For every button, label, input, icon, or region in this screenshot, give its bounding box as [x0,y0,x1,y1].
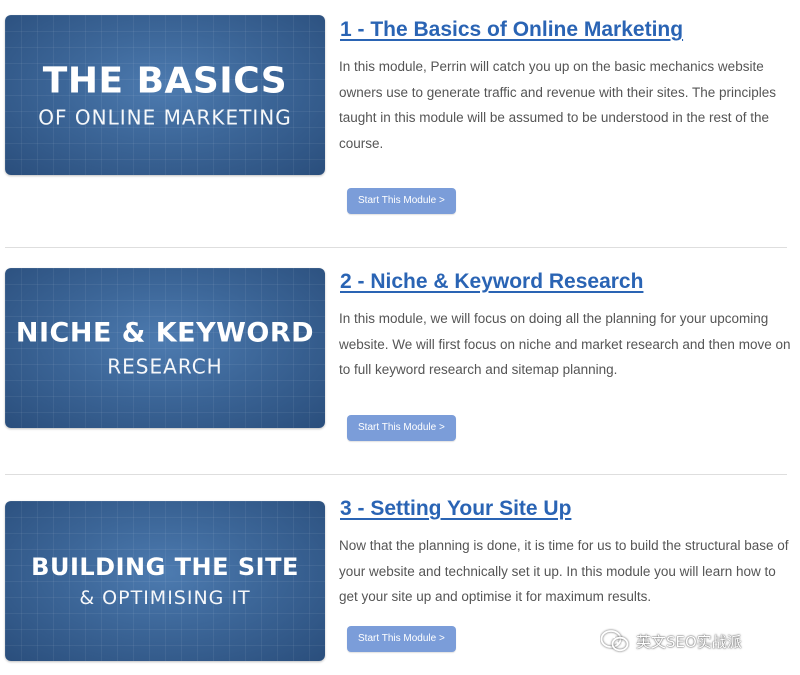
module-thumbnail-3[interactable]: BUILDING THE SITE & OPTIMISING IT [5,501,325,661]
thumbnail-heading: NICHE & KEYWORD [15,317,315,349]
watermark-text: 英文SEO实战派 [636,632,742,651]
divider [5,247,787,248]
module-description-1: In this module, Perrin will catch you up… [339,59,776,151]
start-module-button-3[interactable]: Start This Module > [347,626,456,652]
watermark: 英文SEO实战派 [600,626,742,656]
start-module-button-2[interactable]: Start This Module > [347,415,456,441]
start-module-button-1[interactable]: Start This Module > [347,188,456,214]
thumbnail-subheading: OF ONLINE MARKETING [38,105,292,130]
module-description-3: Now that the planning is done, it is tim… [339,538,789,604]
module-title-link-1[interactable]: 1 - The Basics of Online Marketing [340,18,683,42]
thumbnail-heading: THE BASICS [42,60,288,102]
thumbnail-heading: BUILDING THE SITE [31,553,299,581]
thumbnail-subheading: & OPTIMISING IT [79,587,251,609]
module-thumbnail-2[interactable]: NICHE & KEYWORD RESEARCH [5,268,325,428]
wechat-icon [600,630,629,652]
module-title-link-2[interactable]: 2 - Niche & Keyword Research [340,270,643,294]
module-description-2: In this module, we will focus on doing a… [339,311,791,377]
module-title-link-3[interactable]: 3 - Setting Your Site Up [340,497,571,521]
divider [5,474,787,475]
thumbnail-subheading: RESEARCH [107,354,223,379]
module-thumbnail-1[interactable]: THE BASICS OF ONLINE MARKETING [5,15,325,175]
